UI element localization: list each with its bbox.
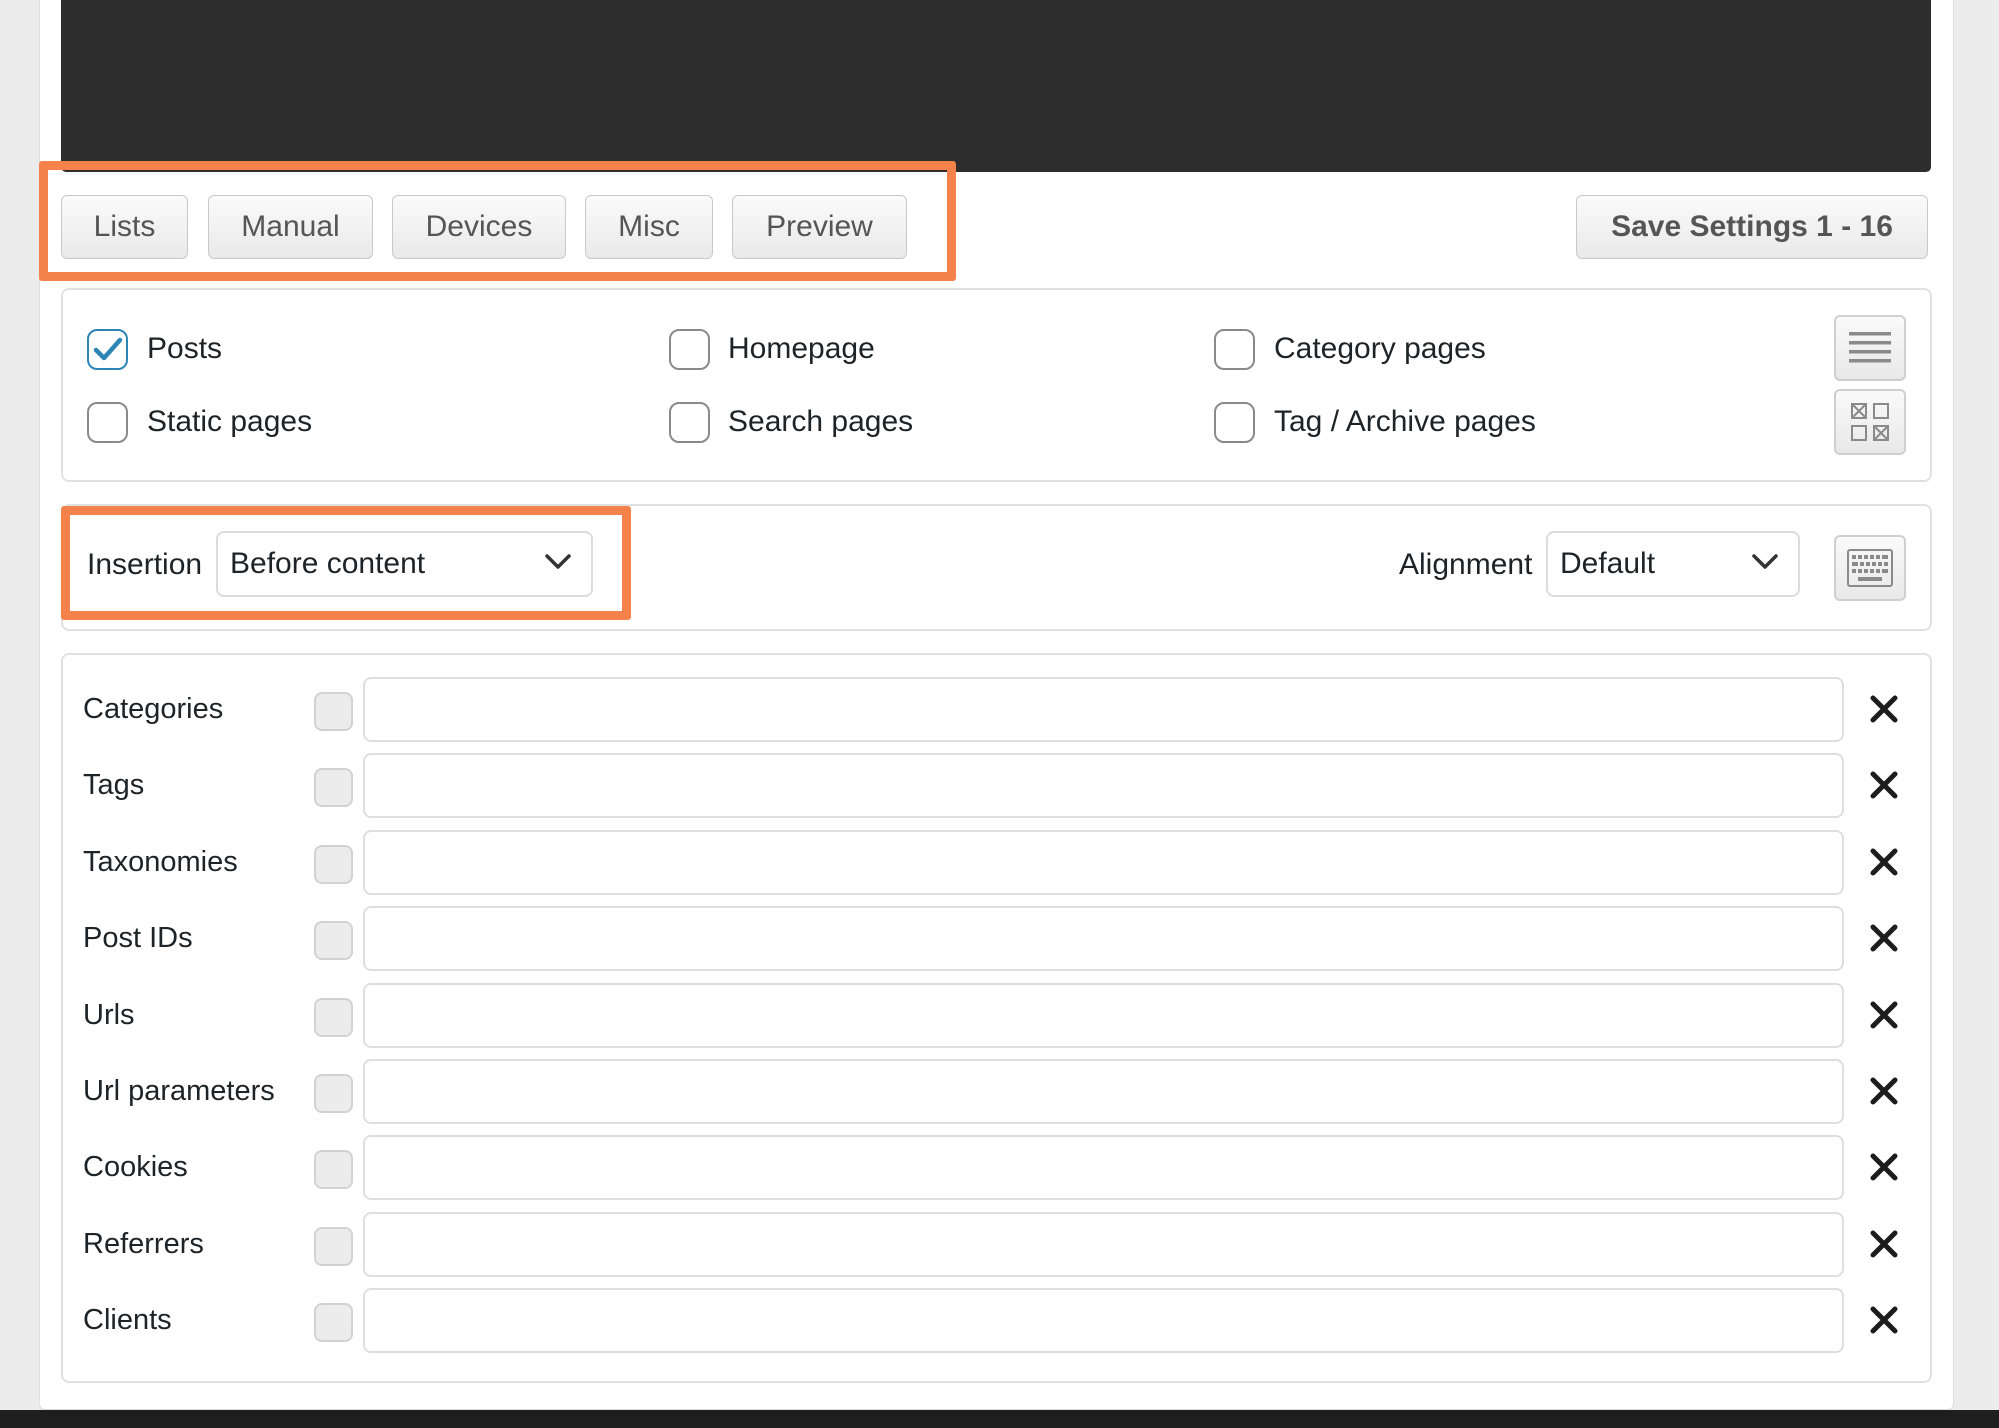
posts-label: Posts — [147, 332, 223, 365]
tab-label: Misc — [618, 210, 680, 243]
category-pages-label: Category pages — [1274, 332, 1486, 365]
urls-label: Urls — [83, 999, 135, 1031]
checkmark-icon — [93, 337, 122, 360]
tab-label: Lists — [93, 210, 156, 243]
clients-input[interactable] — [363, 1288, 1844, 1353]
close-icon — [1870, 695, 1898, 723]
save-settings-label: Save Settings 1 - 16 — [1611, 210, 1893, 243]
categories-checkbox[interactable] — [314, 692, 353, 731]
cookies-label: Cookies — [83, 1151, 188, 1183]
urls-input[interactable] — [363, 983, 1844, 1048]
taxonomies-input[interactable] — [363, 830, 1844, 895]
code-editor[interactable] — [61, 0, 1931, 172]
close-icon — [1870, 848, 1898, 876]
grid-view-button[interactable] — [1834, 389, 1906, 455]
search-pages-checkbox[interactable] — [669, 402, 710, 443]
taxonomies-clear-button[interactable] — [1866, 844, 1902, 880]
url-parameters-label: Url parameters — [83, 1075, 275, 1107]
keyboard-icon — [1847, 549, 1893, 587]
tab-lists[interactable]: Lists — [61, 195, 188, 259]
tags-checkbox[interactable] — [314, 768, 353, 807]
insertion-value: Before content — [230, 547, 426, 580]
homepage-label: Homepage — [728, 332, 875, 365]
static-pages-label: Static pages — [147, 405, 313, 438]
tab-devices[interactable]: Devices — [392, 195, 566, 259]
referrers-clear-button[interactable] — [1866, 1226, 1902, 1262]
close-icon — [1870, 924, 1898, 952]
list-view-icon — [1849, 332, 1891, 363]
alignment-value: Default — [1560, 547, 1656, 580]
clients-clear-button[interactable] — [1866, 1302, 1902, 1338]
category-pages-checkbox[interactable] — [1214, 329, 1255, 370]
cookies-input[interactable] — [363, 1135, 1844, 1200]
keyboard-button[interactable] — [1834, 535, 1906, 601]
insertion-select[interactable]: Before content — [216, 531, 593, 597]
clients-checkbox[interactable] — [314, 1303, 353, 1342]
close-icon — [1870, 1306, 1898, 1334]
clients-label: Clients — [83, 1304, 172, 1336]
close-icon — [1870, 1077, 1898, 1105]
tab-misc[interactable]: Misc — [585, 195, 713, 259]
chevron-down-icon — [545, 554, 571, 569]
urls-checkbox[interactable] — [314, 998, 353, 1037]
referrers-label: Referrers — [83, 1228, 204, 1260]
categories-input[interactable] — [363, 677, 1844, 742]
tags-input[interactable] — [363, 753, 1844, 818]
cookies-checkbox[interactable] — [314, 1150, 353, 1189]
referrers-checkbox[interactable] — [314, 1227, 353, 1266]
grid-view-icon — [1851, 403, 1889, 441]
list-view-button[interactable] — [1834, 315, 1906, 381]
url-parameters-checkbox[interactable] — [314, 1074, 353, 1113]
tab-label: Manual — [241, 210, 340, 243]
page-types-box — [61, 288, 1932, 482]
tag-archive-pages-checkbox[interactable] — [1214, 402, 1255, 443]
tab-label: Preview — [766, 210, 873, 243]
post-ids-checkbox[interactable] — [314, 921, 353, 960]
url-parameters-clear-button[interactable] — [1866, 1073, 1902, 1109]
urls-clear-button[interactable] — [1866, 997, 1902, 1033]
chevron-down-icon — [1752, 554, 1778, 569]
posts-checkbox[interactable] — [87, 329, 128, 370]
categories-label: Categories — [83, 693, 224, 725]
tab-label: Devices — [425, 210, 533, 243]
close-icon — [1870, 771, 1898, 799]
tags-clear-button[interactable] — [1866, 767, 1902, 803]
referrers-input[interactable] — [363, 1212, 1844, 1277]
search-pages-label: Search pages — [728, 405, 914, 438]
alignment-select[interactable]: Default — [1546, 531, 1800, 597]
tab-manual[interactable]: Manual — [208, 195, 373, 259]
tag-archive-pages-label: Tag / Archive pages — [1274, 405, 1536, 438]
taxonomies-label: Taxonomies — [83, 846, 238, 878]
post-ids-clear-button[interactable] — [1866, 920, 1902, 956]
cookies-clear-button[interactable] — [1866, 1149, 1902, 1185]
categories-clear-button[interactable] — [1866, 691, 1902, 727]
post-ids-label: Post IDs — [83, 922, 193, 954]
tags-label: Tags — [83, 769, 145, 801]
close-icon — [1870, 1153, 1898, 1181]
tab-preview[interactable]: Preview — [732, 195, 907, 259]
save-settings-button[interactable]: Save Settings 1 - 16 — [1576, 195, 1928, 259]
url-parameters-input[interactable] — [363, 1059, 1844, 1124]
bottom-bar — [0, 1410, 1999, 1428]
static-pages-checkbox[interactable] — [87, 402, 128, 443]
post-ids-input[interactable] — [363, 906, 1844, 971]
alignment-label: Alignment — [1399, 548, 1533, 581]
homepage-checkbox[interactable] — [669, 329, 710, 370]
close-icon — [1870, 1230, 1898, 1258]
insertion-label: Insertion — [87, 548, 203, 581]
close-icon — [1870, 1001, 1898, 1029]
taxonomies-checkbox[interactable] — [314, 845, 353, 884]
